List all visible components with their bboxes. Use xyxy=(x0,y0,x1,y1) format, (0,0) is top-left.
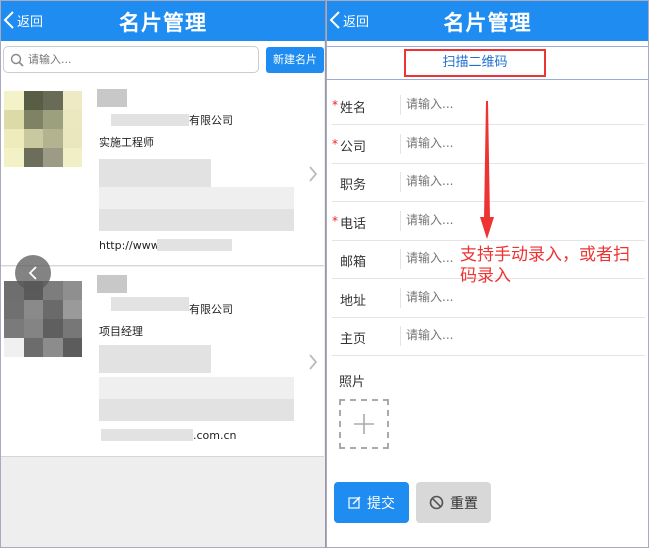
carousel-prev-button[interactable] xyxy=(15,255,51,291)
card-position: 实施工程师 xyxy=(99,136,154,149)
redacted-company xyxy=(111,114,189,126)
field-input[interactable] xyxy=(406,209,606,230)
annotation-text: 支持手动录入，或者扫 码录入 xyxy=(460,245,648,287)
submit-label: 提交 xyxy=(367,495,395,512)
search-input[interactable] xyxy=(28,53,248,66)
search-row: 新建名片 xyxy=(1,41,324,81)
redacted-address xyxy=(99,399,294,421)
new-card-screen: 返回 名片管理 扫描二维码 *姓名*公司职务*电话邮箱地址主页 照片 提交 重置… xyxy=(326,0,649,548)
required-marker: * xyxy=(332,136,338,151)
scan-qrcode-button[interactable]: 扫描二维码 xyxy=(404,49,546,77)
field-label: 姓名 xyxy=(340,101,367,116)
search-icon xyxy=(10,53,24,67)
redacted-company xyxy=(111,297,189,311)
redacted-name xyxy=(97,89,127,107)
annotation-arrow xyxy=(480,101,494,239)
field-separator xyxy=(400,172,401,192)
card-photo xyxy=(4,281,82,357)
scan-row: 扫描二维码 xyxy=(327,46,648,80)
search-box[interactable] xyxy=(3,46,259,73)
form-field-row: 主页 xyxy=(332,317,645,356)
card-list-item[interactable]: 有限公司 实施工程师 http://www. xyxy=(1,81,324,266)
redacted-email xyxy=(99,377,294,399)
required-marker: * xyxy=(332,213,338,228)
field-label: 电话 xyxy=(340,216,367,232)
field-input[interactable] xyxy=(406,132,606,153)
annotation-line-2: 码录入 xyxy=(460,266,511,286)
field-separator xyxy=(400,95,401,115)
field-label: 主页 xyxy=(340,332,367,347)
carousel-prev-icon xyxy=(28,266,37,280)
chevron-right-icon xyxy=(309,354,318,370)
redacted-url xyxy=(101,429,193,441)
card-url-prefix: http://www. xyxy=(99,239,163,252)
redacted-url xyxy=(157,239,232,251)
field-input[interactable] xyxy=(406,286,606,307)
page-title: 名片管理 xyxy=(119,11,207,35)
redacted-phone xyxy=(99,345,211,373)
field-label: 地址 xyxy=(340,293,367,309)
new-card-button[interactable]: 新建名片 xyxy=(266,47,324,73)
ban-icon xyxy=(429,495,444,510)
annotation-line-1: 支持手动录入，或者扫 xyxy=(460,245,630,265)
page-title: 名片管理 xyxy=(443,11,532,35)
card-company-suffix: 有限公司 xyxy=(189,114,233,127)
card-list-item[interactable]: 有限公司 项目经理 .com.cn xyxy=(1,267,324,457)
card-list-screen: 返回 名片管理 新建名片 有限公司 实施工程师 http://www. xyxy=(0,0,325,548)
field-separator xyxy=(400,210,401,231)
redacted-email xyxy=(99,187,294,209)
field-input[interactable] xyxy=(406,94,606,114)
card-photo xyxy=(4,91,82,167)
redacted-address xyxy=(99,209,294,231)
chevron-right-icon xyxy=(309,166,318,182)
redacted-phone xyxy=(99,159,211,187)
reset-button[interactable]: 重置 xyxy=(416,482,491,523)
add-photo-button[interactable] xyxy=(339,399,389,449)
field-separator xyxy=(400,249,401,269)
reset-label: 重置 xyxy=(450,495,478,512)
field-label: 公司 xyxy=(340,139,367,155)
field-label: 邮箱 xyxy=(340,255,367,270)
card-url-suffix: .com.cn xyxy=(193,429,237,442)
field-input[interactable] xyxy=(406,325,606,345)
photo-label: 照片 xyxy=(339,375,366,390)
field-separator xyxy=(400,133,401,154)
card-position: 项目经理 xyxy=(99,325,143,338)
plus-icon xyxy=(354,414,374,434)
field-label: 职务 xyxy=(340,178,367,193)
field-input[interactable] xyxy=(406,171,606,191)
edit-icon xyxy=(348,496,361,509)
field-separator xyxy=(400,326,401,346)
field-separator xyxy=(400,287,401,308)
redacted-name xyxy=(97,275,127,293)
card-company-suffix: 有限公司 xyxy=(189,303,233,316)
submit-button[interactable]: 提交 xyxy=(334,482,409,523)
required-marker: * xyxy=(332,98,338,112)
top-bar: 返回 名片管理 xyxy=(327,1,648,41)
top-bar: 返回 名片管理 xyxy=(1,1,325,41)
